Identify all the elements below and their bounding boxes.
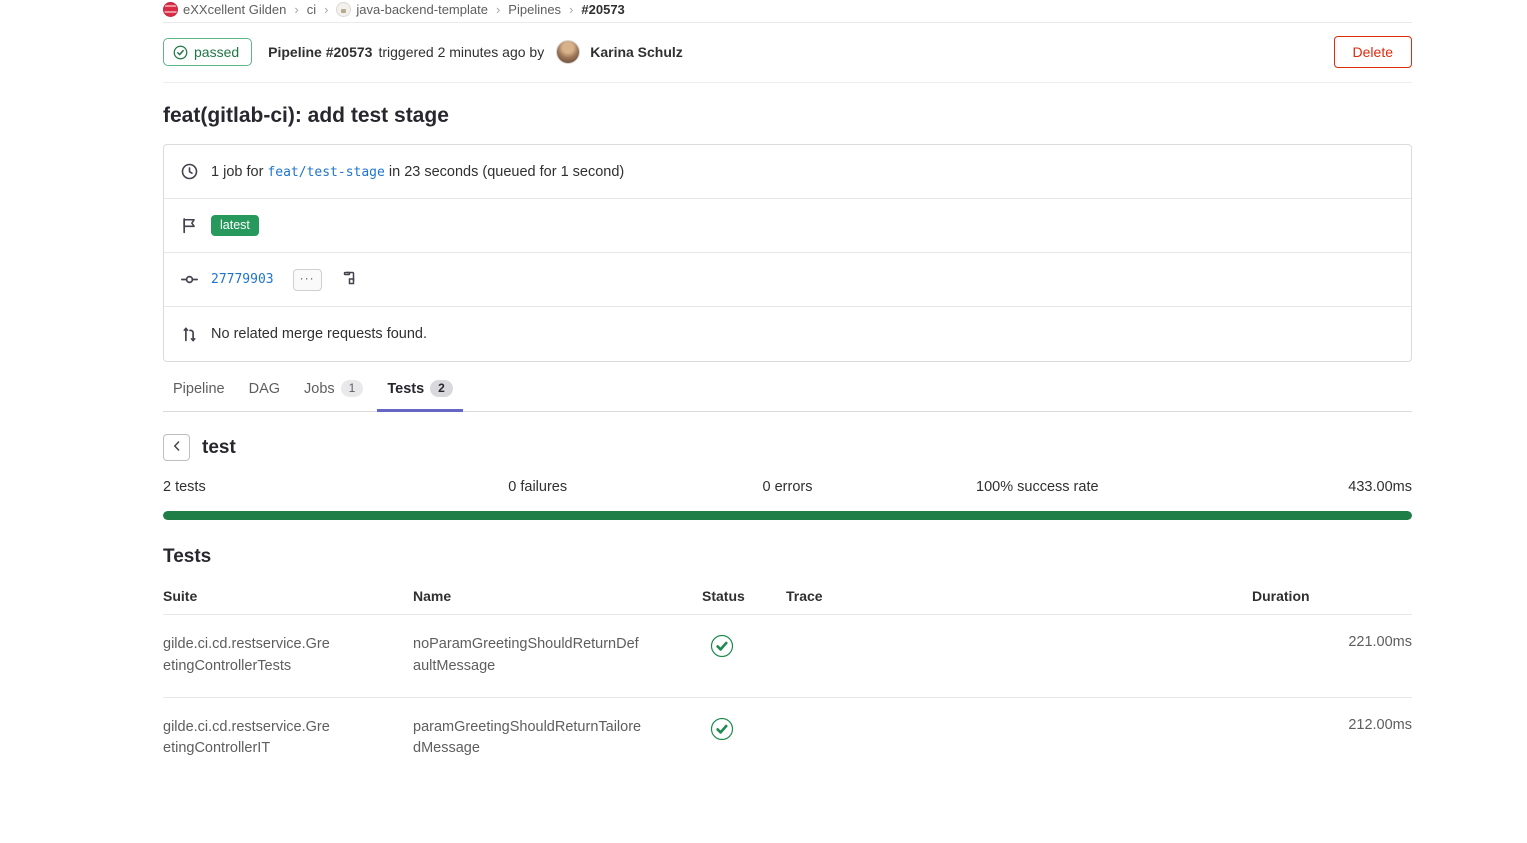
merge-request-row: No related merge requests found. bbox=[164, 307, 1411, 361]
status-cell bbox=[702, 615, 786, 698]
project-avatar bbox=[336, 2, 351, 17]
back-button[interactable] bbox=[163, 434, 190, 461]
pipeline-status-badge[interactable]: passed bbox=[163, 38, 252, 66]
pipeline-page: eXXcellent Gilden › ci › java-backend-te… bbox=[0, 0, 1527, 779]
breadcrumb-subgroup-label: ci bbox=[307, 2, 316, 17]
success-rate-progress-bar bbox=[163, 511, 1412, 520]
clock-icon bbox=[181, 163, 198, 180]
pipeline-header: passed Pipeline #20573 triggered 2 minut… bbox=[163, 23, 1412, 83]
merge-request-icon bbox=[181, 326, 198, 343]
duration-cell: 212.00ms bbox=[1252, 697, 1412, 779]
tab-tests-label: Tests bbox=[387, 381, 424, 397]
test-row: gilde.ci.cd.restservice.GreetingControll… bbox=[163, 615, 1412, 698]
summary-errors: 0 errors bbox=[663, 479, 913, 495]
commit-title: feat(gitlab-ci): add test stage bbox=[163, 104, 1412, 128]
suite-cell: gilde.ci.cd.restservice.GreetingControll… bbox=[163, 697, 413, 779]
breadcrumb-group-label: eXXcellent Gilden bbox=[183, 2, 286, 17]
summary-success-rate: 100% success rate bbox=[912, 479, 1162, 495]
column-header-trace: Trace bbox=[786, 574, 1252, 615]
merge-request-note: No related merge requests found. bbox=[211, 326, 427, 342]
tab-tests-count-badge: 2 bbox=[430, 380, 453, 397]
test-name-text: paramGreetingShouldReturnTailoredMessage bbox=[413, 717, 645, 761]
group-avatar bbox=[163, 2, 178, 17]
column-header-suite: Suite bbox=[163, 574, 413, 615]
commit-description-toggle[interactable]: ··· bbox=[293, 269, 322, 291]
pipeline-id-label: Pipeline #20573 bbox=[268, 44, 372, 60]
status-cell bbox=[702, 697, 786, 779]
branch-link[interactable]: feat/test-stage bbox=[267, 165, 384, 180]
job-summary-text: 1 job for feat/test-stage in 23 seconds … bbox=[211, 164, 624, 180]
test-suite-title: test bbox=[202, 437, 236, 459]
test-name-text: noParamGreetingShouldReturnDefaultMessag… bbox=[413, 634, 645, 678]
commit-sha-link[interactable]: 27779903 bbox=[211, 272, 274, 287]
breadcrumb-project-link[interactable]: java-backend-template bbox=[336, 2, 488, 17]
breadcrumb-separator: › bbox=[294, 2, 298, 17]
tab-pipeline[interactable]: Pipeline bbox=[163, 370, 235, 412]
test-suite-summary: 2 tests 0 failures 0 errors 100% success… bbox=[163, 479, 1412, 495]
latest-row: latest bbox=[164, 199, 1411, 253]
column-header-name: Name bbox=[413, 574, 702, 615]
test-suite-header: test bbox=[163, 434, 1412, 461]
breadcrumb-subgroup-link[interactable]: ci bbox=[307, 2, 316, 17]
pipeline-status-label: passed bbox=[194, 44, 239, 60]
trace-cell bbox=[786, 697, 1252, 779]
tab-pipeline-label: Pipeline bbox=[173, 381, 225, 397]
breadcrumb-pipelines-link[interactable]: Pipelines bbox=[508, 2, 561, 17]
test-passed-icon bbox=[710, 717, 734, 741]
breadcrumb-project-label: java-backend-template bbox=[356, 2, 488, 17]
author-name[interactable]: Karina Schulz bbox=[590, 44, 683, 60]
tab-jobs-count-badge: 1 bbox=[341, 380, 364, 397]
summary-total-duration: 433.00ms bbox=[1162, 479, 1412, 495]
breadcrumb-pipelines-label: Pipelines bbox=[508, 2, 561, 17]
pipeline-triggered-text: triggered 2 minutes ago by bbox=[378, 44, 544, 60]
tests-table: Suite Name Status Trace Duration gilde.c… bbox=[163, 574, 1412, 779]
tab-tests[interactable]: Tests 2 bbox=[377, 370, 463, 412]
breadcrumb-separator: › bbox=[496, 2, 500, 17]
pipeline-info-box: 1 job for feat/test-stage in 23 seconds … bbox=[163, 144, 1412, 362]
suite-cell: gilde.ci.cd.restservice.GreetingControll… bbox=[163, 615, 413, 698]
check-circle-icon bbox=[173, 45, 188, 60]
pipeline-summary: Pipeline #20573 triggered 2 minutes ago … bbox=[268, 40, 1317, 64]
suite-text: gilde.ci.cd.restservice.GreetingControll… bbox=[163, 717, 335, 761]
tab-dag-label: DAG bbox=[249, 381, 280, 397]
breadcrumb-group-link[interactable]: eXXcellent Gilden bbox=[163, 2, 286, 17]
breadcrumb: eXXcellent Gilden › ci › java-backend-te… bbox=[163, 0, 1412, 23]
tab-jobs[interactable]: Jobs 1 bbox=[294, 370, 373, 412]
tests-section-heading: Tests bbox=[163, 546, 1412, 568]
commit-icon bbox=[181, 271, 198, 288]
trace-cell bbox=[786, 615, 1252, 698]
job-summary-row: 1 job for feat/test-stage in 23 seconds … bbox=[164, 145, 1411, 199]
summary-tests-count: 2 tests bbox=[163, 479, 413, 495]
name-cell: paramGreetingShouldReturnTailoredMessage bbox=[413, 697, 702, 779]
commit-row: 27779903 ··· bbox=[164, 253, 1411, 307]
chevron-left-icon bbox=[170, 439, 184, 456]
test-row: gilde.ci.cd.restservice.GreetingControll… bbox=[163, 697, 1412, 779]
column-header-status: Status bbox=[702, 574, 786, 615]
pipeline-tabs: Pipeline DAG Jobs 1 Tests 2 bbox=[163, 370, 1412, 412]
breadcrumb-separator: › bbox=[324, 2, 328, 17]
latest-badge: latest bbox=[211, 215, 259, 236]
name-cell: noParamGreetingShouldReturnDefaultMessag… bbox=[413, 615, 702, 698]
test-passed-icon bbox=[710, 634, 734, 658]
suite-text: gilde.ci.cd.restservice.GreetingControll… bbox=[163, 634, 335, 678]
breadcrumb-current-pipeline: #20573 bbox=[581, 2, 624, 17]
job-summary-prefix: 1 job for bbox=[211, 164, 263, 180]
tab-dag[interactable]: DAG bbox=[239, 370, 290, 412]
tab-jobs-label: Jobs bbox=[304, 381, 335, 397]
summary-failures: 0 failures bbox=[413, 479, 663, 495]
copy-sha-button[interactable] bbox=[341, 270, 357, 289]
author-avatar[interactable] bbox=[556, 40, 580, 64]
success-rate-progress-fill bbox=[163, 511, 1412, 520]
tests-table-header-row: Suite Name Status Trace Duration bbox=[163, 574, 1412, 615]
breadcrumb-separator: › bbox=[569, 2, 573, 17]
flag-icon bbox=[181, 217, 198, 234]
column-header-duration: Duration bbox=[1252, 574, 1412, 615]
job-summary-suffix: in 23 seconds (queued for 1 second) bbox=[389, 164, 624, 180]
delete-button[interactable]: Delete bbox=[1334, 36, 1412, 68]
duration-cell: 221.00ms bbox=[1252, 615, 1412, 698]
clipboard-icon bbox=[341, 270, 357, 289]
